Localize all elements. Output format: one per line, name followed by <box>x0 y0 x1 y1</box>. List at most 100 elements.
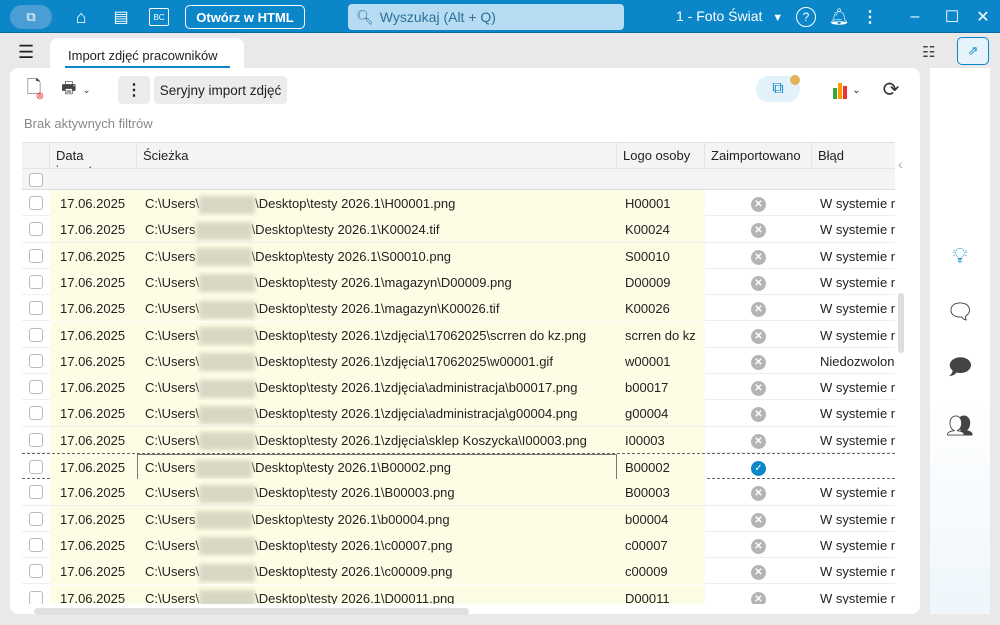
row-checkbox[interactable] <box>29 485 43 500</box>
redacted-username <box>195 221 252 240</box>
table-row[interactable]: 17.06.2025 C:\Users\ \Desktop\testy 2026.… <box>22 321 895 348</box>
table-row[interactable]: 17.06.2025 C:\Users\ \Desktop\testy 2026.… <box>22 400 895 427</box>
row-checkbox[interactable] <box>29 406 43 421</box>
list-view-icon[interactable]: ☷ <box>922 43 935 61</box>
row-checkbox[interactable] <box>29 222 43 237</box>
support-icon[interactable]: 👥︎ <box>944 410 976 442</box>
chat-icon[interactable]: 🗨︎ <box>944 296 976 328</box>
cell-date: 17.06.2025 <box>50 216 137 243</box>
tab-import-photos[interactable]: Import zdjęć pracowników <box>50 38 244 70</box>
row-checkbox[interactable] <box>29 380 43 395</box>
cell-date: 17.06.2025 <box>50 374 137 401</box>
open-html-button[interactable]: Otwórz w HTML <box>185 5 305 29</box>
table-row[interactable]: 17.06.2025 C:\Users\ \Desktop\testy 2026.… <box>22 347 895 375</box>
path-end: \Desktop\testy 2026.1\magazyn\D00009.png <box>255 274 512 290</box>
table-row[interactable]: 17.06.2025 C:\Users\ \Desktop\testy 2026.… <box>22 426 895 453</box>
table-row[interactable]: 17.06.2025 C:\Users \Desktop\testy 2026.1… <box>22 453 895 480</box>
chevron-down-icon: ⌄ <box>82 84 91 96</box>
redacted-username <box>195 248 252 267</box>
chart-icon[interactable]: ⌄ <box>828 78 866 102</box>
minimize-icon[interactable]: – <box>905 6 925 28</box>
row-checkbox[interactable] <box>29 327 43 342</box>
refresh-icon[interactable]: ⟳ <box>878 76 904 102</box>
cell-error: W systemie n <box>820 380 895 396</box>
help-chat-icon[interactable]: 🗩︎ <box>944 353 976 385</box>
more-options-button[interactable]: ⋮ <box>118 76 150 104</box>
cell-imported: ✕ <box>705 216 812 242</box>
hamburger-menu-icon[interactable]: ☰ <box>18 42 34 63</box>
close-icon[interactable]: ✕ <box>973 6 993 28</box>
cell-logo: K00024 <box>617 216 705 243</box>
path-start: C:\Users\ <box>145 564 200 580</box>
cell-imported: ✕ <box>705 295 812 321</box>
cell-path: C:\Users\ \Desktop\testy 2026.1\zdjęcia\1… <box>137 347 617 374</box>
header-error[interactable]: Błąd <box>812 143 895 169</box>
collapse-panel-icon[interactable]: ‹ <box>898 156 903 172</box>
cell-error <box>812 454 895 480</box>
path-end: \Desktop\testy 2026.1\magazyn\K00026.tif <box>255 301 500 317</box>
table-row[interactable]: 17.06.2025 C:\Users\ \Desktop\testy 2026.… <box>22 295 895 322</box>
redacted-username <box>199 563 256 582</box>
cell-imported: ✕ <box>705 374 812 400</box>
table-row[interactable]: 17.06.2025 C:\Users \Desktop\testy 2026.1… <box>22 505 895 532</box>
select-all-checkbox[interactable] <box>29 173 43 187</box>
row-checkbox[interactable] <box>29 537 43 552</box>
vertical-scrollbar[interactable] <box>898 293 904 353</box>
more-icon[interactable]: ⋮ <box>862 6 878 28</box>
bell-icon[interactable]: 🔔︎ <box>829 6 849 28</box>
header-imported[interactable]: Zaimportowano <box>705 143 812 169</box>
row-checkbox[interactable] <box>29 590 43 604</box>
row-checkbox[interactable] <box>29 564 43 579</box>
row-checkbox[interactable] <box>29 248 43 263</box>
table-row[interactable]: 17.06.2025 C:\Users\ \Desktop\testy 2026.… <box>22 531 895 559</box>
table-row[interactable]: 17.06.2025 C:\Users\ \Desktop\testy 2026.… <box>22 268 895 296</box>
cell-path: C:\Users\ \Desktop\testy 2026.1\zdjęcia\s… <box>137 426 617 453</box>
serial-import-button[interactable]: Seryjny import zdjęć <box>154 76 287 104</box>
cell-logo: D00011 <box>617 584 705 604</box>
table-row[interactable]: 17.06.2025 C:\Users\ \Desktop\testy 2026.… <box>22 558 895 585</box>
row-checkbox[interactable] <box>29 460 43 474</box>
table-row[interactable]: 17.06.2025 C:\Users \Desktop\testy 2026.1… <box>22 242 895 269</box>
row-checkbox[interactable] <box>29 511 43 526</box>
header-select <box>22 143 50 169</box>
cell-logo: g00004 <box>617 400 705 427</box>
help-icon[interactable]: ? <box>796 7 816 27</box>
header-date[interactable]: Data importu <box>50 143 137 178</box>
share-icon[interactable]: ⇗ <box>957 37 989 65</box>
header-path[interactable]: Ścieżka <box>137 143 617 169</box>
home-icon[interactable]: ⌂ <box>70 6 92 28</box>
cell-imported: ✕ <box>705 190 812 216</box>
table-row[interactable]: 17.06.2025 C:\Users\ \Desktop\testy 2026.… <box>22 479 895 506</box>
table-row[interactable]: 17.06.2025 C:\Users\ \Desktop\testy 2026.… <box>22 584 895 604</box>
row-checkbox[interactable] <box>29 301 43 316</box>
redacted-username <box>195 459 252 478</box>
cell-path: C:\Users \Desktop\testy 2026.1\b00004.png <box>137 505 617 532</box>
tab-bar: ☰ Import zdjęć pracowników ☷ ⇗ <box>0 34 1000 70</box>
cell-error: W systemie n <box>820 274 895 290</box>
document-cancel-icon[interactable]: 🗋 ⊗ <box>22 77 46 102</box>
horizontal-scrollbar[interactable] <box>34 608 469 615</box>
table-row[interactable]: 17.06.2025 C:\Users \Desktop\testy 2026.1… <box>22 216 895 243</box>
cell-imported: ✓ <box>705 454 812 480</box>
path-end: \Desktop\testy 2026.1\b00004.png <box>251 511 450 527</box>
main-panel: 🗋 ⊗ 🖶︎ ⌄ ⋮ Seryjny import zdjęć ⧉ ⌄ ⟳ Brak… <box>10 68 920 614</box>
app-logo-icon[interactable]: ⧉ <box>10 5 52 29</box>
bc-icon[interactable]: BC <box>149 8 169 26</box>
news-icon[interactable]: ▤ <box>110 6 132 28</box>
header-logo[interactable]: Logo osoby <box>617 143 705 169</box>
row-checkbox[interactable] <box>29 353 43 368</box>
lightbulb-icon[interactable]: 💡︎ <box>944 240 976 272</box>
cell-date: 17.06.2025 <box>50 454 137 480</box>
search-input[interactable]: 🔍︎ Wyszukaj (Alt + Q) <box>348 4 624 30</box>
maximize-icon[interactable]: ☐ <box>942 6 962 28</box>
cell-date: 17.06.2025 <box>50 347 137 374</box>
row-checkbox[interactable] <box>29 274 43 289</box>
print-icon[interactable]: 🖶︎ ⌄ <box>56 78 96 102</box>
row-checkbox[interactable] <box>29 196 43 210</box>
table-row[interactable]: 17.06.2025 C:\Users\ \Desktop\testy 2026.… <box>22 374 895 401</box>
table-row[interactable]: 17.06.2025 C:\Users\ \Desktop\testy 2026.… <box>22 190 895 217</box>
cell-logo: w00001 <box>617 347 705 374</box>
row-checkbox[interactable] <box>29 432 43 447</box>
company-selector[interactable]: 1 - Foto Świat ▼ <box>676 8 783 24</box>
cell-logo: B00002 <box>617 454 705 480</box>
